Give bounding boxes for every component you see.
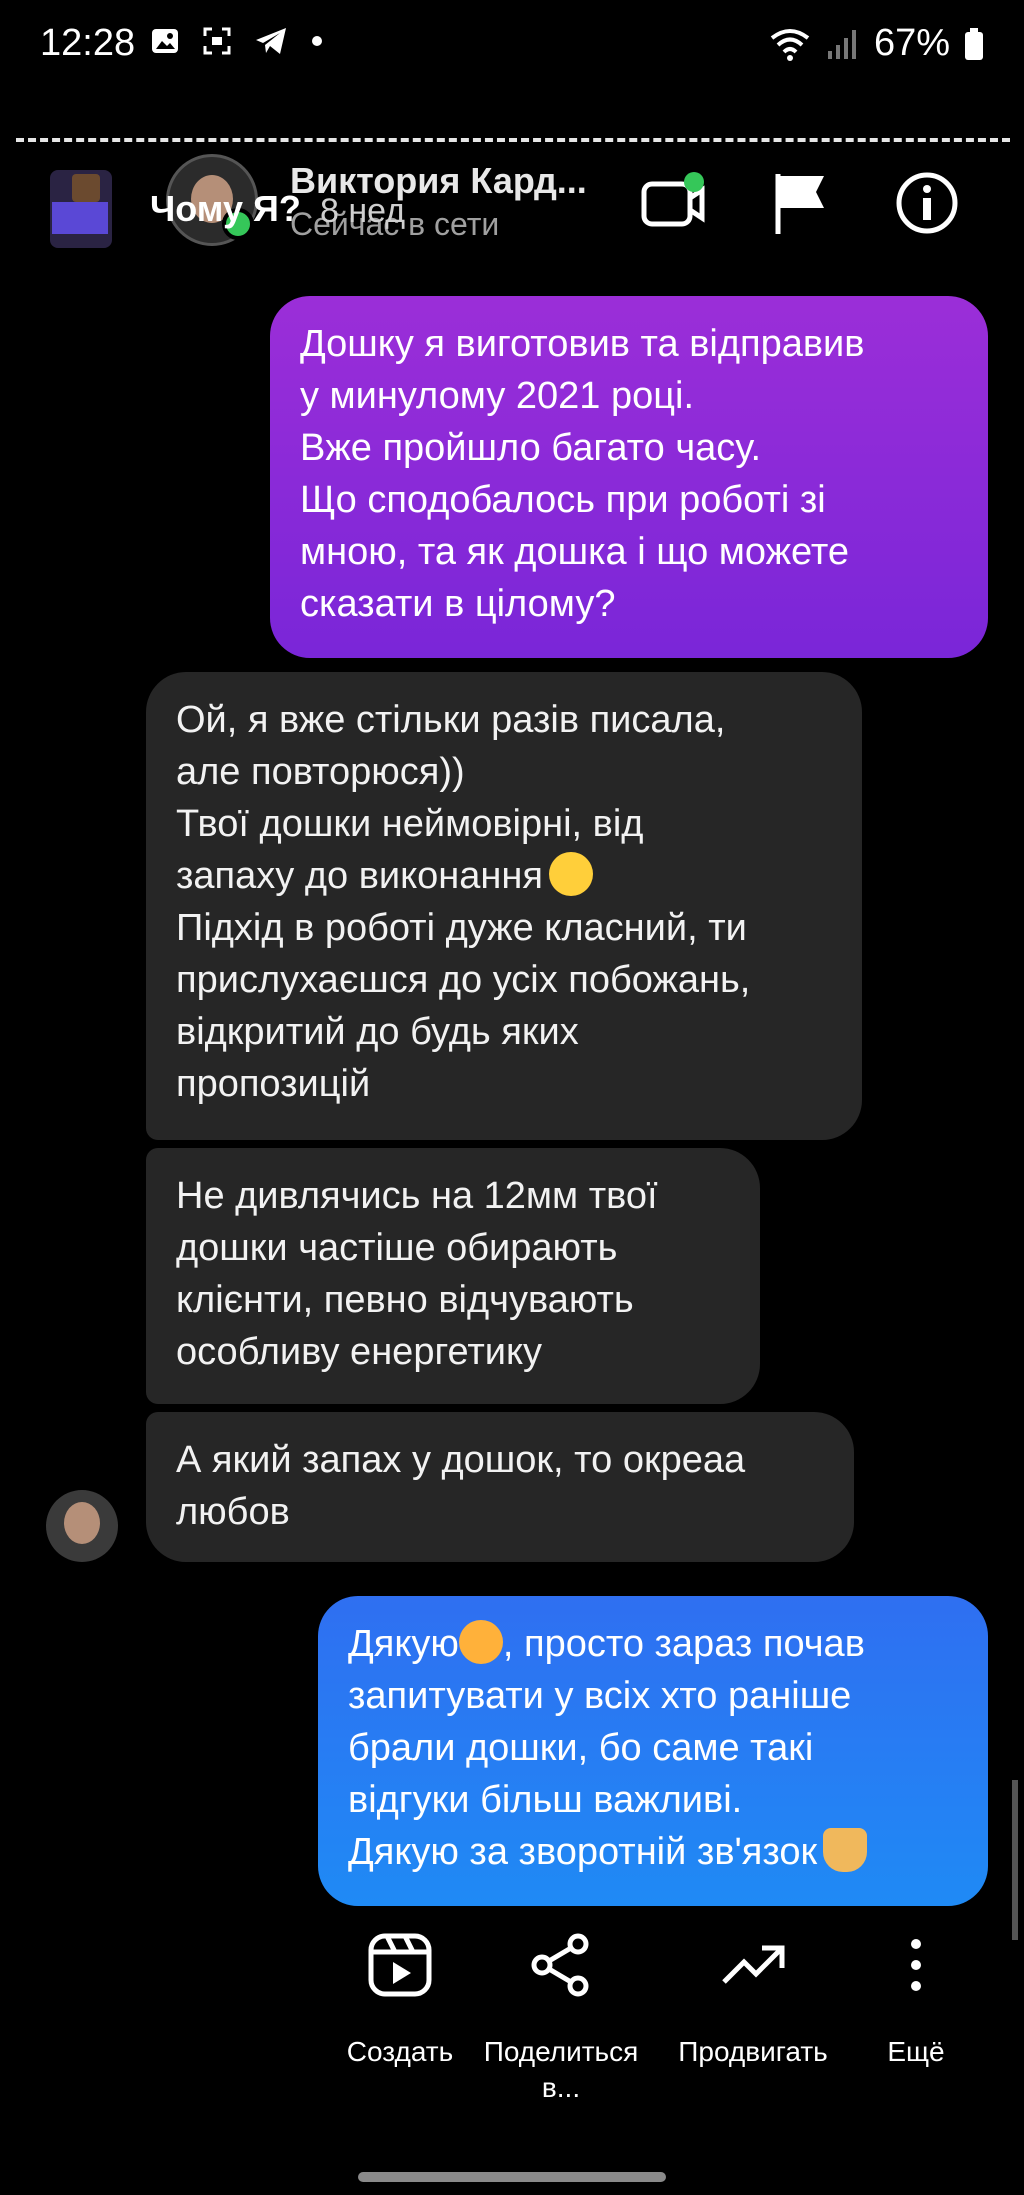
story-thumbnail[interactable] [50, 170, 112, 248]
more-label: Ещё [887, 2036, 945, 2067]
scroll-indicator [1012, 1780, 1018, 1940]
share-icon [531, 1933, 589, 1997]
battery-percent: 67% [873, 22, 950, 64]
chat-header: Чому Я? Виктория Кард... Сейчас в сети 8… [0, 150, 1024, 260]
message-line: відгуки більш важливі. [348, 1779, 743, 1821]
message-line: Підхід в роботі дуже класний, ти [176, 907, 747, 949]
grinning-emoji-icon [548, 852, 593, 896]
message-text: запаху до виконання [176, 855, 543, 897]
message-line: Дошку я виготовив та відправив [300, 323, 865, 365]
message-outgoing[interactable]: Дякую , просто зараз почав запитувати у в… [318, 1596, 988, 1906]
status-system-icons: 67% [768, 22, 984, 65]
info-icon[interactable] [892, 168, 962, 238]
message-line: любов [176, 1491, 290, 1533]
story-caption: Чому Я? [150, 188, 301, 229]
message-line-with-emoji: Дякую , просто зараз почав [348, 1618, 958, 1670]
message-line: сказати в цілому? [300, 583, 616, 625]
status-time: 12:28 [40, 22, 136, 64]
story-time-ago: 8 нед [320, 192, 406, 230]
message-line: у минулому 2021 році. [300, 375, 695, 417]
message-outgoing[interactable]: Дошку я виготовив та відправив у минулом… [270, 296, 988, 658]
status-bar: 12:28 67% [0, 0, 1024, 90]
create-button[interactable]: Создать [330, 1930, 470, 2070]
message-incoming[interactable]: А який запах у дошок, то окреаа любов [146, 1412, 854, 1562]
message-incoming[interactable]: Не дивлячись на 12мм твої дошки частіше … [146, 1148, 760, 1404]
message-line: особливу енергетику [176, 1331, 543, 1373]
create-label: Создать [346, 2036, 454, 2067]
smiling-hearts-emoji-icon [458, 1620, 503, 1664]
share-button[interactable]: Поделиться в... [476, 1930, 646, 2106]
message-line: Ой, я вже стільки разів писала, [176, 699, 726, 741]
more-icon [911, 1939, 921, 1991]
gallery-icon [152, 29, 178, 53]
story-progress-divider [16, 138, 1010, 142]
promote-button[interactable]: Продвигать [668, 1930, 838, 2070]
message-line: Твої дошки неймовірні, від [176, 803, 644, 845]
home-indicator[interactable] [358, 2172, 666, 2182]
wifi-icon [770, 28, 810, 61]
status-notification-icons [150, 26, 324, 56]
message-line: відкритий до будь яких [176, 1011, 579, 1053]
video-call-icon[interactable] [640, 168, 710, 238]
message-line: Що сподобалось при роботі зі [300, 479, 826, 521]
signal-icon [827, 29, 856, 59]
message-line-with-emoji: запаху до виконання [176, 850, 832, 902]
flag-icon[interactable] [766, 168, 836, 238]
message-line: мною, та як дошка і що можете [300, 531, 849, 573]
telegram-icon [256, 28, 286, 54]
praying-hands-emoji-icon [823, 1828, 868, 1872]
dot-icon [312, 36, 322, 46]
battery-icon [965, 27, 983, 60]
message-line: дошки частіше обирають [176, 1227, 618, 1269]
message-line: А який запах у дошок, то окреаа [176, 1439, 746, 1481]
message-text: Дякую за зворотній зв'язок [348, 1831, 818, 1873]
message-text: Дякую [348, 1623, 459, 1665]
message-incoming[interactable]: Ой, я вже стільки разів писала, але повт… [146, 672, 862, 1140]
more-button[interactable]: Ещё [866, 1930, 966, 2070]
message-line: але повторюся)) [176, 751, 465, 793]
message-line: запитувати у всіх хто раніше [348, 1675, 852, 1717]
message-line: Не дивлячись на 12мм твої [176, 1175, 658, 1217]
message-line: прислухаєшся до усіх побожань, [176, 959, 751, 1001]
screenshot-icon [203, 27, 231, 55]
message-line: клієнти, певно відчувають [176, 1279, 634, 1321]
share-label: Поделиться в... [483, 2036, 639, 2103]
promote-label: Продвигать [678, 2036, 828, 2067]
message-text: , просто зараз почав [502, 1623, 865, 1665]
message-line-with-emoji: Дякую за зворотній зв'язок [348, 1826, 958, 1878]
story-actions-bar: Создать Поделиться в... Продвигать Ещё [0, 1930, 1024, 2130]
sender-avatar[interactable] [46, 1490, 118, 1562]
message-line: брали дошки, бо саме такі [348, 1727, 814, 1769]
message-line: Вже пройшло багато часу. [300, 427, 762, 469]
reels-icon [368, 1933, 432, 1997]
message-line: пропозицій [176, 1063, 371, 1105]
trending-icon [722, 1945, 785, 1984]
